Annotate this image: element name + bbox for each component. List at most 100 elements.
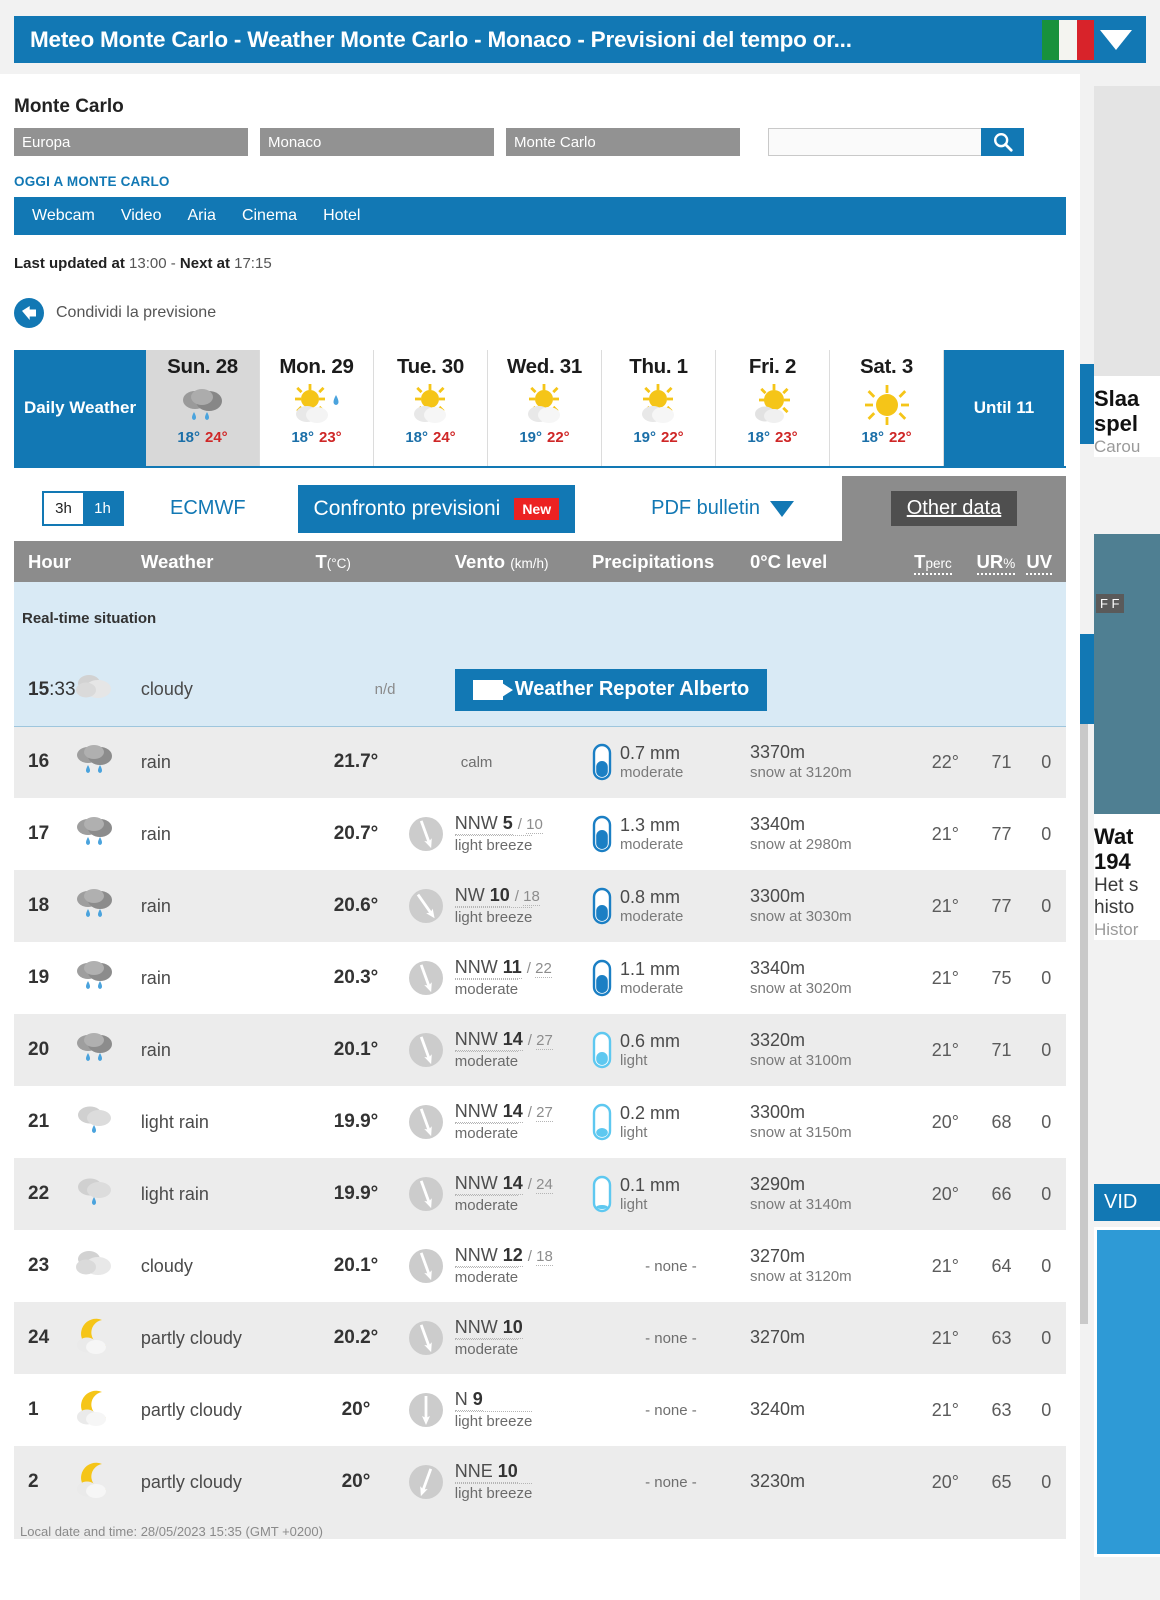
sidebar-article-2[interactable]: F F Wat 194 Het s histo Histor — [1094, 534, 1160, 941]
hour-step-toggle[interactable]: 3h 1h — [42, 491, 124, 526]
weather-reporter-button[interactable]: Weather Repoter Alberto — [454, 668, 768, 711]
row-temperature: 19.9° — [333, 1183, 379, 1204]
day-name: Wed. 31 — [507, 355, 582, 378]
wind-speed: 14 — [502, 1101, 523, 1121]
rail-scrollbar[interactable] — [1080, 724, 1088, 1324]
row-hour: 1 — [28, 1399, 39, 1420]
step-1h-button[interactable]: 1h — [83, 493, 122, 524]
share-forecast[interactable]: Condividi la previsione — [14, 298, 1066, 328]
partly-cloudy-night-icon — [77, 1462, 107, 1498]
sidebar-video-section[interactable]: VID — [1094, 1184, 1160, 1557]
realtime-icon-cell — [72, 654, 141, 727]
rain-icon — [77, 960, 113, 989]
day-name: Tue. 30 — [396, 355, 465, 378]
wind-description: moderate — [454, 1195, 519, 1214]
row-weather-desc: partly cloudy — [140, 1399, 242, 1420]
nav-item-webcam[interactable]: Webcam — [32, 207, 95, 225]
today-link[interactable]: OGGI A MONTE CARLO — [14, 174, 1066, 189]
row-weather-desc: rain — [140, 1039, 171, 1060]
row-hour: 18 — [28, 895, 50, 916]
wind-speed: 5 — [502, 813, 513, 833]
page-root: Meteo Monte Carlo - Weather Monte Carlo … — [0, 0, 1160, 1600]
row-temperature: 20.7° — [333, 823, 379, 844]
main-content: Monte Carlo Europa Monaco Monte Carlo OG… — [0, 74, 1080, 1600]
col-header-weather: Weather — [140, 541, 316, 582]
table-row: 22 light rain 19.9° NNW 14 / 24 moderate 0.1 … — [14, 1158, 1066, 1230]
realtime-row: 15:33 cloudy n/d Weather Repoter Alberto — [14, 654, 1066, 727]
until-button[interactable]: Until 11 — [944, 350, 1064, 466]
wind-description: light breeze — [454, 1483, 533, 1502]
pdf-bulletin-label: PDF bulletin — [651, 497, 761, 519]
nav-item-aria[interactable]: Aria — [187, 207, 215, 225]
search-button[interactable] — [981, 128, 1024, 156]
day-max: 24° — [205, 429, 228, 446]
wind-gust: / 27 — [527, 1104, 553, 1122]
col-header-temperature: T(°C) — [315, 541, 455, 582]
italy-flag-icon[interactable] — [1042, 19, 1094, 60]
row-humidity: 63 — [991, 1327, 1012, 1348]
article-2-title: Wat 194 — [1094, 824, 1134, 875]
nav-item-video[interactable]: Video — [121, 207, 162, 225]
day-column-sun-28[interactable]: Sun. 28 18° 24° — [146, 350, 260, 466]
day-column-fri-2[interactable]: Fri. 2 18° 23° — [716, 350, 830, 466]
row-weather-icon — [72, 1014, 141, 1086]
compare-label: Confronto previsioni — [313, 496, 501, 520]
row-humidity: 71 — [991, 1039, 1012, 1060]
precipitation-gauge-icon — [592, 744, 612, 781]
day-column-wed-31[interactable]: Wed. 31 19° 22° — [488, 350, 602, 466]
row-tperc: 21° — [931, 967, 959, 988]
day-column-sat-3[interactable]: Sat. 3 18° 22° — [830, 350, 944, 466]
day-column-mon-29[interactable]: Mon. 29 18° 23° — [260, 350, 374, 466]
row-weather-icon — [72, 1086, 141, 1158]
day-min: 19° — [519, 429, 542, 446]
chevron-down-icon[interactable] — [1100, 29, 1132, 50]
precipitation-gauge-icon — [592, 1175, 612, 1213]
step-3h-button[interactable]: 3h — [44, 493, 83, 524]
row-tperc: 21° — [931, 823, 959, 844]
precipitation-gauge-icon — [592, 815, 612, 853]
wind-speed: 9 — [472, 1389, 483, 1409]
zero-level-altitude: 3290m — [749, 1174, 805, 1195]
light-rain-icon — [78, 1106, 112, 1133]
compare-forecasts-button[interactable]: Confronto previsioni New — [297, 484, 576, 533]
day-min: 18° — [861, 429, 884, 446]
daily-weather-strip: Daily Weather Sun. 28 18° 24° Mon. 29 18… — [14, 350, 1066, 468]
breadcrumb-country[interactable]: Monaco — [260, 128, 494, 156]
day-min: 18° — [177, 429, 200, 446]
precipitation-class: light — [619, 1123, 648, 1141]
day-temps: 18° 23° — [291, 429, 341, 446]
breadcrumb-city[interactable]: Monte Carlo — [506, 128, 740, 156]
wind-direction-label: NNW 12 — [454, 1245, 523, 1267]
breadcrumb-continent[interactable]: Europa — [14, 128, 248, 156]
table-row: 17 rain 20.7° NNW 5 / 10 light breeze 1.3 mm m… — [14, 798, 1066, 870]
sidebar-article-1[interactable]: Slaa spel Carou — [1094, 86, 1160, 457]
model-ecmwf-link[interactable]: ECMWF — [170, 497, 246, 520]
col-header-tperc: Tperc — [914, 541, 977, 582]
day-column-tue-30[interactable]: Tue. 30 18° 24° — [374, 350, 488, 466]
row-hour: 23 — [28, 1255, 50, 1276]
day-icon-partly-cloudy — [748, 379, 798, 431]
wind-direction-label: NNW 14 — [454, 1173, 523, 1195]
search-input[interactable] — [768, 128, 981, 156]
article-2-map-image: F F — [1094, 534, 1160, 814]
row-weather-desc: rain — [140, 895, 171, 916]
video-thumbnail[interactable] — [1094, 1227, 1160, 1557]
row-uv: 0 — [1041, 1255, 1052, 1276]
nav-item-hotel[interactable]: Hotel — [323, 207, 360, 225]
row-weather-icon — [72, 1230, 141, 1302]
other-data-button[interactable]: Other data — [890, 491, 1018, 526]
realtime-label: Real-time situation — [14, 582, 1066, 654]
nav-item-cinema[interactable]: Cinema — [242, 207, 297, 225]
wind-direction-label: N 9 — [454, 1389, 483, 1411]
row-weather-icon — [72, 1446, 141, 1518]
day-max: 22° — [661, 429, 684, 446]
precipitation-amount: 1.3 mm — [619, 815, 680, 836]
pdf-bulletin-dropdown[interactable]: PDF bulletin — [651, 497, 795, 520]
hourly-forecast-table: Hour Weather T(°C) Vento (km/h) Precipit… — [14, 541, 1066, 1518]
day-temps: 18° 24° — [177, 429, 227, 446]
day-column-thu-1[interactable]: Thu. 1 19° 22° — [602, 350, 716, 466]
wind-description: light breeze — [454, 907, 533, 926]
precipitation-none: - none - — [645, 1473, 697, 1491]
row-zero-level: 3340m snow at 2980m — [750, 798, 914, 870]
precipitation-class: moderate — [619, 907, 684, 925]
